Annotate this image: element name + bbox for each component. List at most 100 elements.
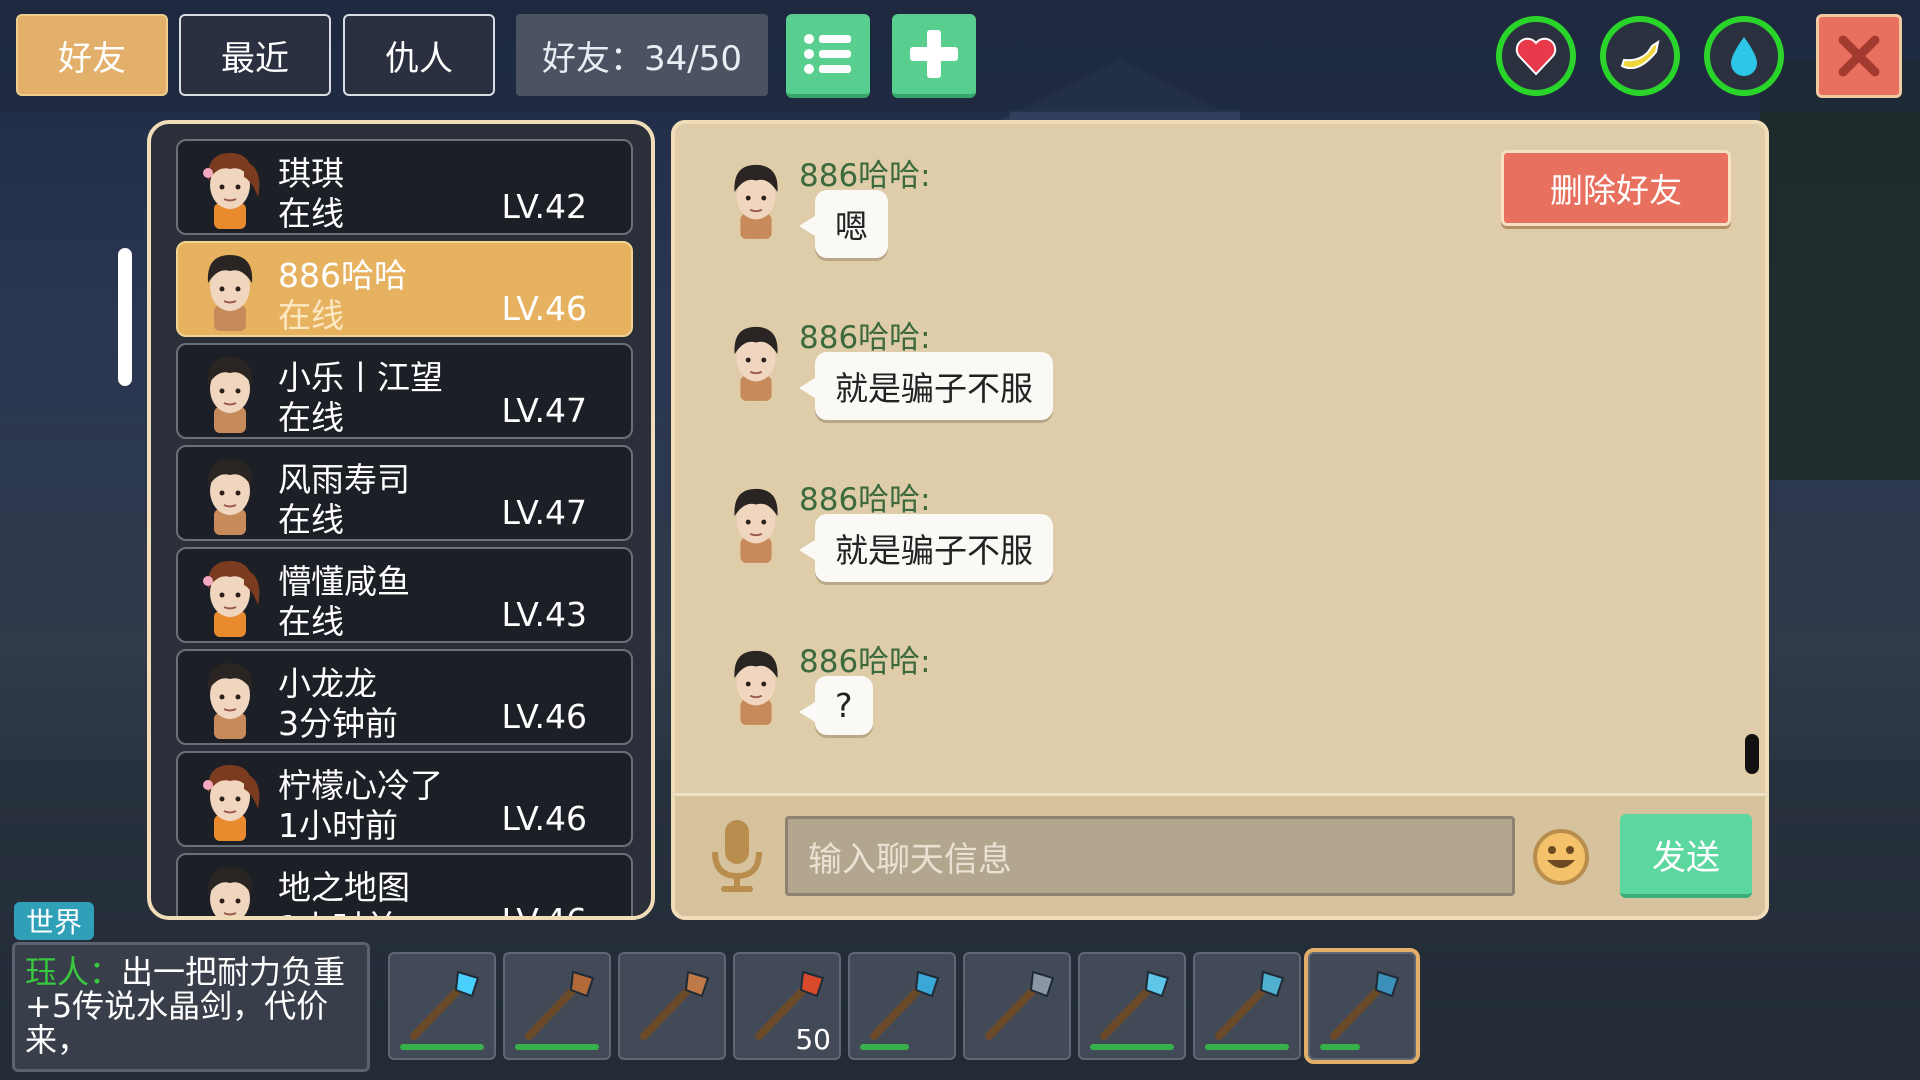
crystal-axe-icon — [870, 970, 940, 1040]
stone-disc-icon — [985, 970, 1055, 1040]
close-icon — [1838, 35, 1880, 77]
wooden-boat-icon — [640, 970, 710, 1040]
hotbar-slot[interactable] — [618, 952, 726, 1060]
avatar — [192, 351, 268, 433]
durability-bar — [1090, 1044, 1174, 1050]
message-bubble: 就是骗子不服 — [799, 514, 1053, 582]
chat-footer: 输入聊天信息 发送 — [675, 793, 1765, 916]
chat-message: 886哈哈: 嗯 — [719, 150, 1419, 290]
add-friend-button[interactable] — [892, 14, 976, 98]
friend-level: LV.46 — [501, 697, 587, 736]
tab-enemies[interactable]: 仇人 — [343, 14, 495, 96]
friend-row[interactable]: 小龙龙 3分钟前 LV.46 — [176, 649, 633, 745]
crystal-pickaxe-icon — [1330, 970, 1400, 1040]
hotbar-slot[interactable]: 50 — [733, 952, 841, 1060]
avatar — [192, 759, 268, 841]
thirst-stat[interactable] — [1704, 16, 1784, 96]
friend-list-panel: 琪琪 在线 LV.42 886哈哈 在线 LV.46 小乐丨江望 在线 LV.47 风雨寿司 在线 L… — [147, 120, 655, 920]
send-button[interactable]: 发送 — [1620, 814, 1752, 898]
item-quantity: 50 — [795, 1023, 831, 1056]
list-button[interactable] — [786, 14, 870, 98]
friend-list: 琪琪 在线 LV.42 886哈哈 在线 LV.46 小乐丨江望 在线 LV.47 风雨寿司 在线 L… — [176, 139, 633, 916]
hotbar-slot[interactable] — [503, 952, 611, 1060]
friend-row[interactable]: 小乐丨江望 在线 LV.47 — [176, 343, 633, 439]
friend-level: LV.46 — [501, 901, 587, 916]
avatar — [192, 147, 268, 229]
friend-row[interactable]: 886哈哈 在线 LV.46 — [176, 241, 633, 337]
avatar — [719, 482, 793, 564]
friend-status: 1小时前 — [278, 806, 398, 845]
avatar — [192, 657, 268, 739]
friend-list-scrollbar[interactable] — [118, 248, 132, 386]
tab-friends[interactable]: 好友 — [16, 14, 168, 96]
message-bubble: ? — [799, 676, 873, 735]
friend-status: 在线 — [278, 296, 344, 335]
chat-message: 886哈哈: 就是骗子不服 — [719, 474, 1419, 614]
chat-message: 886哈哈: 就是骗子不服 — [719, 312, 1419, 452]
friend-row[interactable]: 地之地图1小时前LV.46 — [176, 853, 633, 916]
message-sender: 886哈哈: — [799, 158, 931, 194]
world-chat-speaker: 珏人： — [25, 953, 122, 991]
friend-status: 在线 — [278, 500, 344, 539]
friend-row[interactable]: 柠檬心冷了 1小时前 LV.46 — [176, 751, 633, 847]
avatar — [192, 555, 268, 637]
water-drop-icon — [1731, 37, 1757, 76]
friend-level: LV.42 — [501, 187, 587, 226]
message-bubble: 嗯 — [799, 190, 888, 258]
message-sender: 886哈哈: — [799, 320, 931, 356]
banana-icon — [1620, 39, 1660, 70]
hotbar-slot[interactable] — [1078, 952, 1186, 1060]
crystal-staff-icon — [410, 970, 480, 1040]
chat-panel: 886哈哈: 嗯 886哈哈: 就是骗子不服 886哈哈: 就是骗子不服 886哈哈:? 删… — [671, 120, 1769, 920]
avatar — [192, 861, 268, 916]
hotbar-slot[interactable] — [1304, 948, 1420, 1064]
durability-bar — [515, 1044, 599, 1050]
avatar — [192, 249, 268, 331]
avatar — [719, 158, 793, 240]
friend-row[interactable]: 风雨寿司 在线 LV.47 — [176, 445, 633, 541]
crystal-sword-icon — [1100, 970, 1170, 1040]
friend-row[interactable]: 琪琪 在线 LV.42 — [176, 139, 633, 235]
chat-message: 886哈哈:? — [719, 636, 1419, 776]
friend-count: 好友：34/50 — [516, 14, 768, 96]
list-icon — [804, 34, 851, 74]
close-button[interactable] — [1816, 14, 1902, 98]
friend-status: 3分钟前 — [278, 704, 398, 743]
friend-status: 在线 — [278, 194, 344, 233]
friend-level: LV.47 — [501, 493, 587, 532]
wooden-club-icon — [525, 970, 595, 1040]
microphone-icon[interactable] — [705, 816, 769, 894]
friend-level: LV.46 — [501, 289, 587, 328]
avatar — [719, 320, 793, 402]
delete-friend-button[interactable]: 删除好友 — [1501, 150, 1731, 226]
message-sender: 886哈哈: — [799, 482, 931, 518]
message-sender: 886哈哈: — [799, 644, 931, 680]
friend-status: 1小时前 — [278, 901, 398, 916]
world-chat-box[interactable]: 珏人：出一把耐力负重+5传说水晶剑，代价来， — [12, 942, 370, 1072]
friend-level: LV.46 — [501, 799, 587, 838]
avatar — [192, 453, 268, 535]
hunger-stat[interactable] — [1600, 16, 1680, 96]
chat-input[interactable]: 输入聊天信息 — [785, 816, 1515, 896]
friend-row[interactable]: 懵懂咸鱼 在线 LV.43 — [176, 547, 633, 643]
friend-status: 在线 — [278, 602, 344, 641]
durability-bar — [1320, 1044, 1360, 1050]
durability-bar — [400, 1044, 484, 1050]
hotbar-slot[interactable] — [848, 952, 956, 1060]
durability-bar — [860, 1044, 909, 1050]
message-bubble: 就是骗子不服 — [799, 352, 1053, 420]
hotbar-slot[interactable] — [1193, 952, 1301, 1060]
world-chat-tag[interactable]: 世界 — [14, 902, 94, 940]
tab-recent[interactable]: 最近 — [179, 14, 331, 96]
avatar — [719, 644, 793, 726]
friend-level: LV.43 — [501, 595, 587, 634]
hotbar-slot[interactable] — [388, 952, 496, 1060]
friend-level: LV.47 — [501, 391, 587, 430]
smiley-icon[interactable] — [1532, 828, 1590, 886]
hotbar-slot[interactable] — [963, 952, 1071, 1060]
chat-scrollbar[interactable] — [1745, 734, 1759, 774]
durability-bar — [1205, 1044, 1289, 1050]
crystal-bow-icon — [1215, 970, 1285, 1040]
health-stat[interactable] — [1496, 16, 1576, 96]
friend-status: 在线 — [278, 398, 344, 437]
